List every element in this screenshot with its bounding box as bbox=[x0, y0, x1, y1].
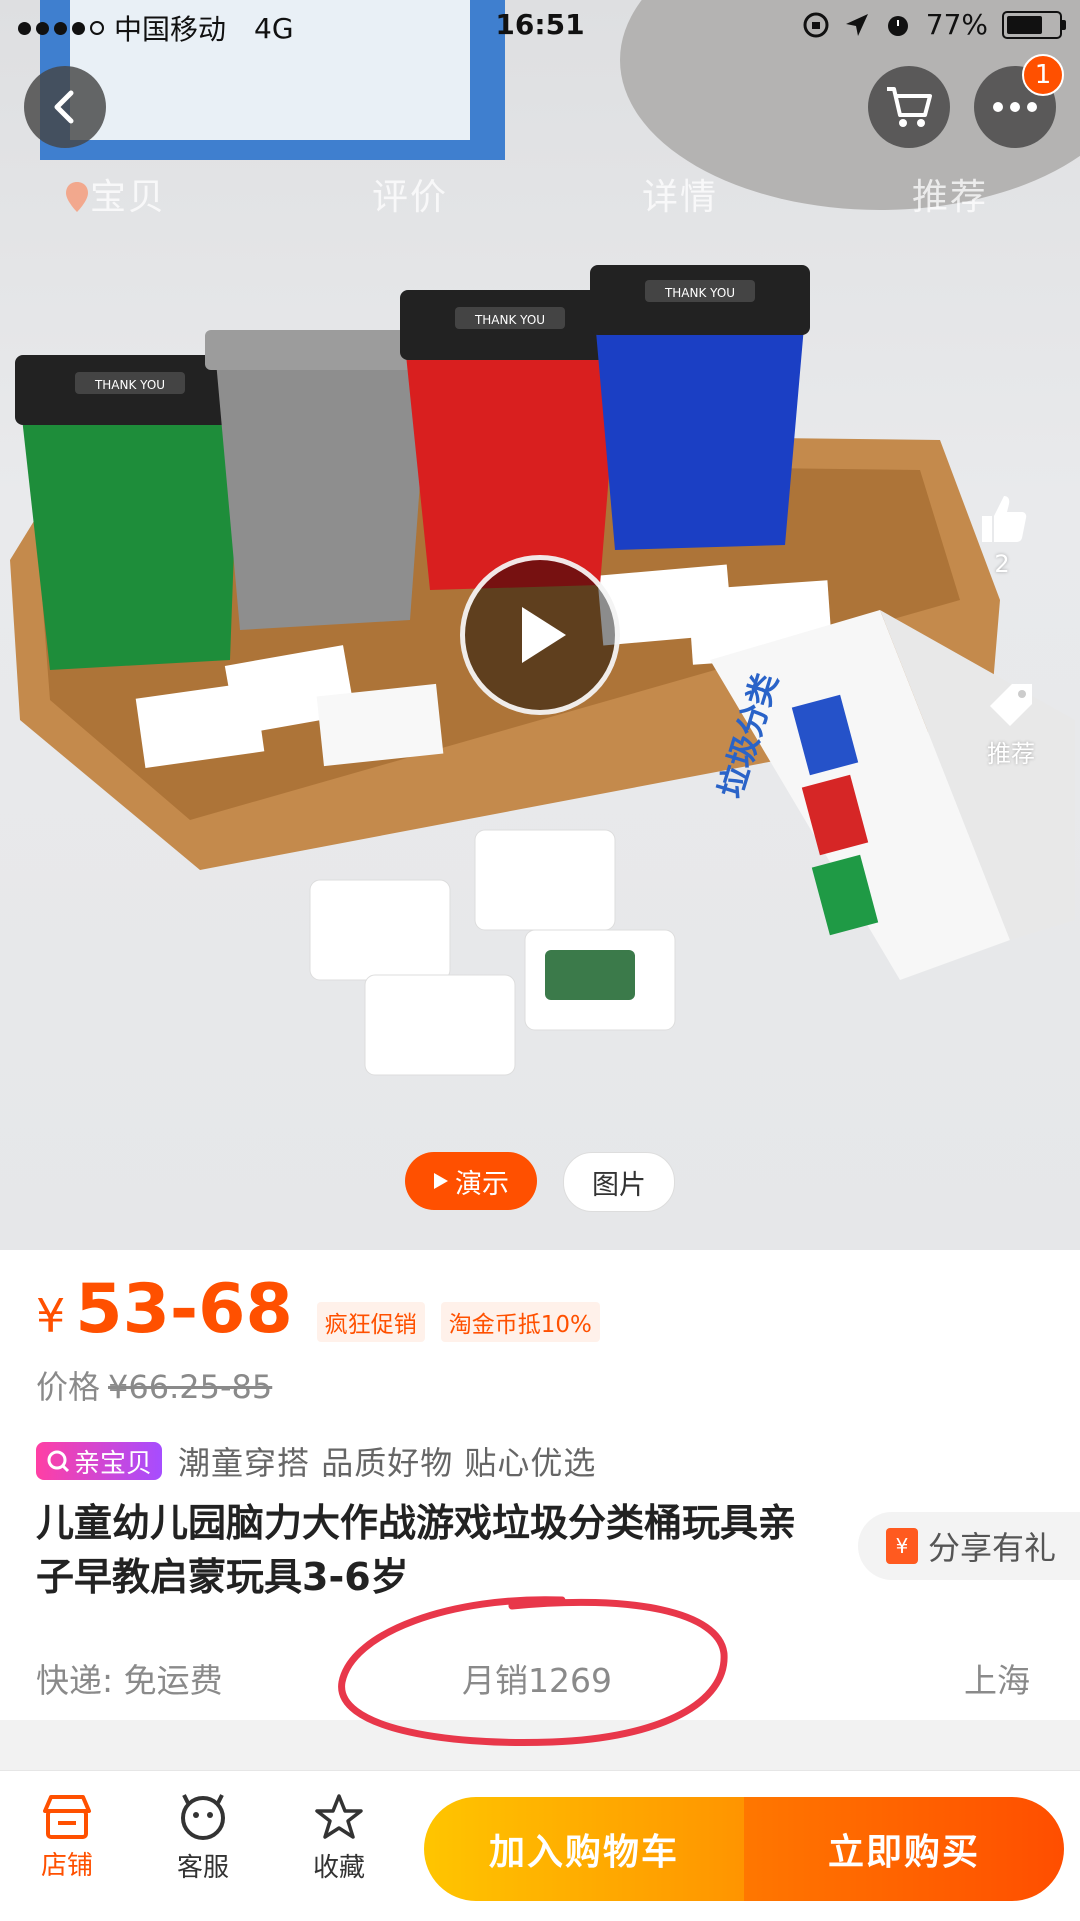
play-video-button[interactable] bbox=[460, 555, 620, 715]
qinbaobei-badge[interactable]: 亲宝贝 bbox=[36, 1442, 163, 1480]
thumbs-up-icon bbox=[982, 496, 1027, 542]
favorite-button[interactable]: 收藏 bbox=[284, 1793, 394, 1884]
more-dots-icon bbox=[993, 102, 1037, 112]
anchor-tabs: 宝贝 评价 详情 推荐 bbox=[0, 168, 1080, 228]
location-arrow-icon bbox=[845, 13, 868, 36]
status-bar: 中国移动 4G 16:51 77% bbox=[0, 0, 1080, 52]
buy-now-button[interactable]: 立即购买 bbox=[744, 1797, 1064, 1901]
search-circle-icon bbox=[47, 1450, 70, 1473]
share-button[interactable]: ¥ 分享有礼 bbox=[857, 1512, 1080, 1580]
tab-recommend[interactable]: 推荐 bbox=[912, 168, 988, 220]
blue-bin: THANK YOU bbox=[590, 265, 810, 550]
play-icon bbox=[522, 607, 566, 663]
ship-from-location: 上海 bbox=[964, 1661, 1030, 1700]
alarm-icon bbox=[887, 15, 908, 36]
original-price: 价格 ¥66.25-85 bbox=[36, 1368, 273, 1406]
sorting-booklet: 垃圾分类 bbox=[710, 610, 1075, 980]
hand-drawn-highlight-ring bbox=[338, 1596, 728, 1746]
more-button[interactable]: 1 bbox=[974, 54, 1064, 148]
purchase-buttons: 加入购物车 立即购买 bbox=[424, 1797, 1064, 1901]
customer-service-button[interactable]: 客服 bbox=[148, 1793, 258, 1884]
currency-symbol: ¥ bbox=[36, 1289, 66, 1343]
price-range: 53-68 bbox=[75, 1270, 293, 1349]
shipping-info: 快递: 免运费 bbox=[36, 1661, 223, 1700]
chevron-left-icon bbox=[54, 90, 74, 124]
svg-text:THANK YOU: THANK YOU bbox=[474, 313, 545, 327]
recommend-label: 推荐 bbox=[987, 740, 1035, 768]
store-button[interactable]: 店铺 bbox=[12, 1793, 122, 1882]
svg-text:THANK YOU: THANK YOU bbox=[664, 286, 735, 300]
recommend-action[interactable]: 推荐 bbox=[986, 680, 1036, 769]
gray-bin bbox=[205, 330, 435, 630]
price-row: ¥ 53-68 疯狂促销 淘金币抵10% bbox=[36, 1270, 600, 1349]
tab-reviews[interactable]: 评价 bbox=[372, 168, 448, 220]
red-packet-icon: ¥ bbox=[885, 1528, 918, 1564]
tab-baobei[interactable]: 宝贝 bbox=[64, 168, 166, 220]
battery-icon bbox=[1002, 10, 1066, 39]
play-small-icon bbox=[434, 1173, 448, 1189]
back-button[interactable] bbox=[24, 66, 106, 148]
like-count: 2 bbox=[994, 550, 1010, 578]
tab-video-demo[interactable]: 演示 bbox=[405, 1152, 537, 1210]
cart-icon bbox=[887, 87, 932, 127]
product-subtitle: 潮童穿搭 品质好物 贴心优选 bbox=[178, 1444, 597, 1482]
store-icon bbox=[43, 1795, 91, 1839]
subtitle-row: 亲宝贝 潮童穿搭 品质好物 贴心优选 bbox=[36, 1438, 596, 1484]
location-pin-icon bbox=[66, 182, 88, 212]
cart-button[interactable] bbox=[868, 66, 950, 148]
service-face-icon bbox=[181, 1794, 225, 1840]
battery-percent: 77% bbox=[925, 8, 988, 41]
rotation-lock-icon bbox=[803, 12, 829, 37]
tag-icon bbox=[990, 684, 1032, 726]
green-bin: THANK YOU bbox=[15, 355, 245, 670]
promo-tag: 疯狂促销 bbox=[316, 1302, 425, 1342]
product-title: 儿童幼儿园脑力大作战游戏垃圾分类桶玩具亲子早教启蒙玩具3-6岁 bbox=[36, 1501, 797, 1599]
coin-discount-tag: 淘金币抵10% bbox=[440, 1302, 600, 1342]
star-icon bbox=[315, 1794, 363, 1839]
product-media-area[interactable]: THANK YOU THANK YOU THANK YOU 垃圾分类 中国移动 … bbox=[0, 0, 1080, 1250]
cart-count-badge: 1 bbox=[1022, 54, 1064, 96]
red-bin: THANK YOU bbox=[400, 290, 625, 590]
tab-images[interactable]: 图片 bbox=[563, 1152, 675, 1212]
like-action[interactable]: 2 bbox=[974, 490, 1030, 578]
tab-details[interactable]: 详情 bbox=[642, 168, 718, 220]
bin-lid-text: THANK YOU bbox=[94, 378, 165, 392]
media-tabs: 演示 图片 bbox=[0, 1152, 1080, 1212]
add-to-cart-button[interactable]: 加入购物车 bbox=[424, 1797, 744, 1901]
bottom-action-bar: 店铺 客服 收藏 加入购物车 立即购买 bbox=[0, 1770, 1080, 1921]
